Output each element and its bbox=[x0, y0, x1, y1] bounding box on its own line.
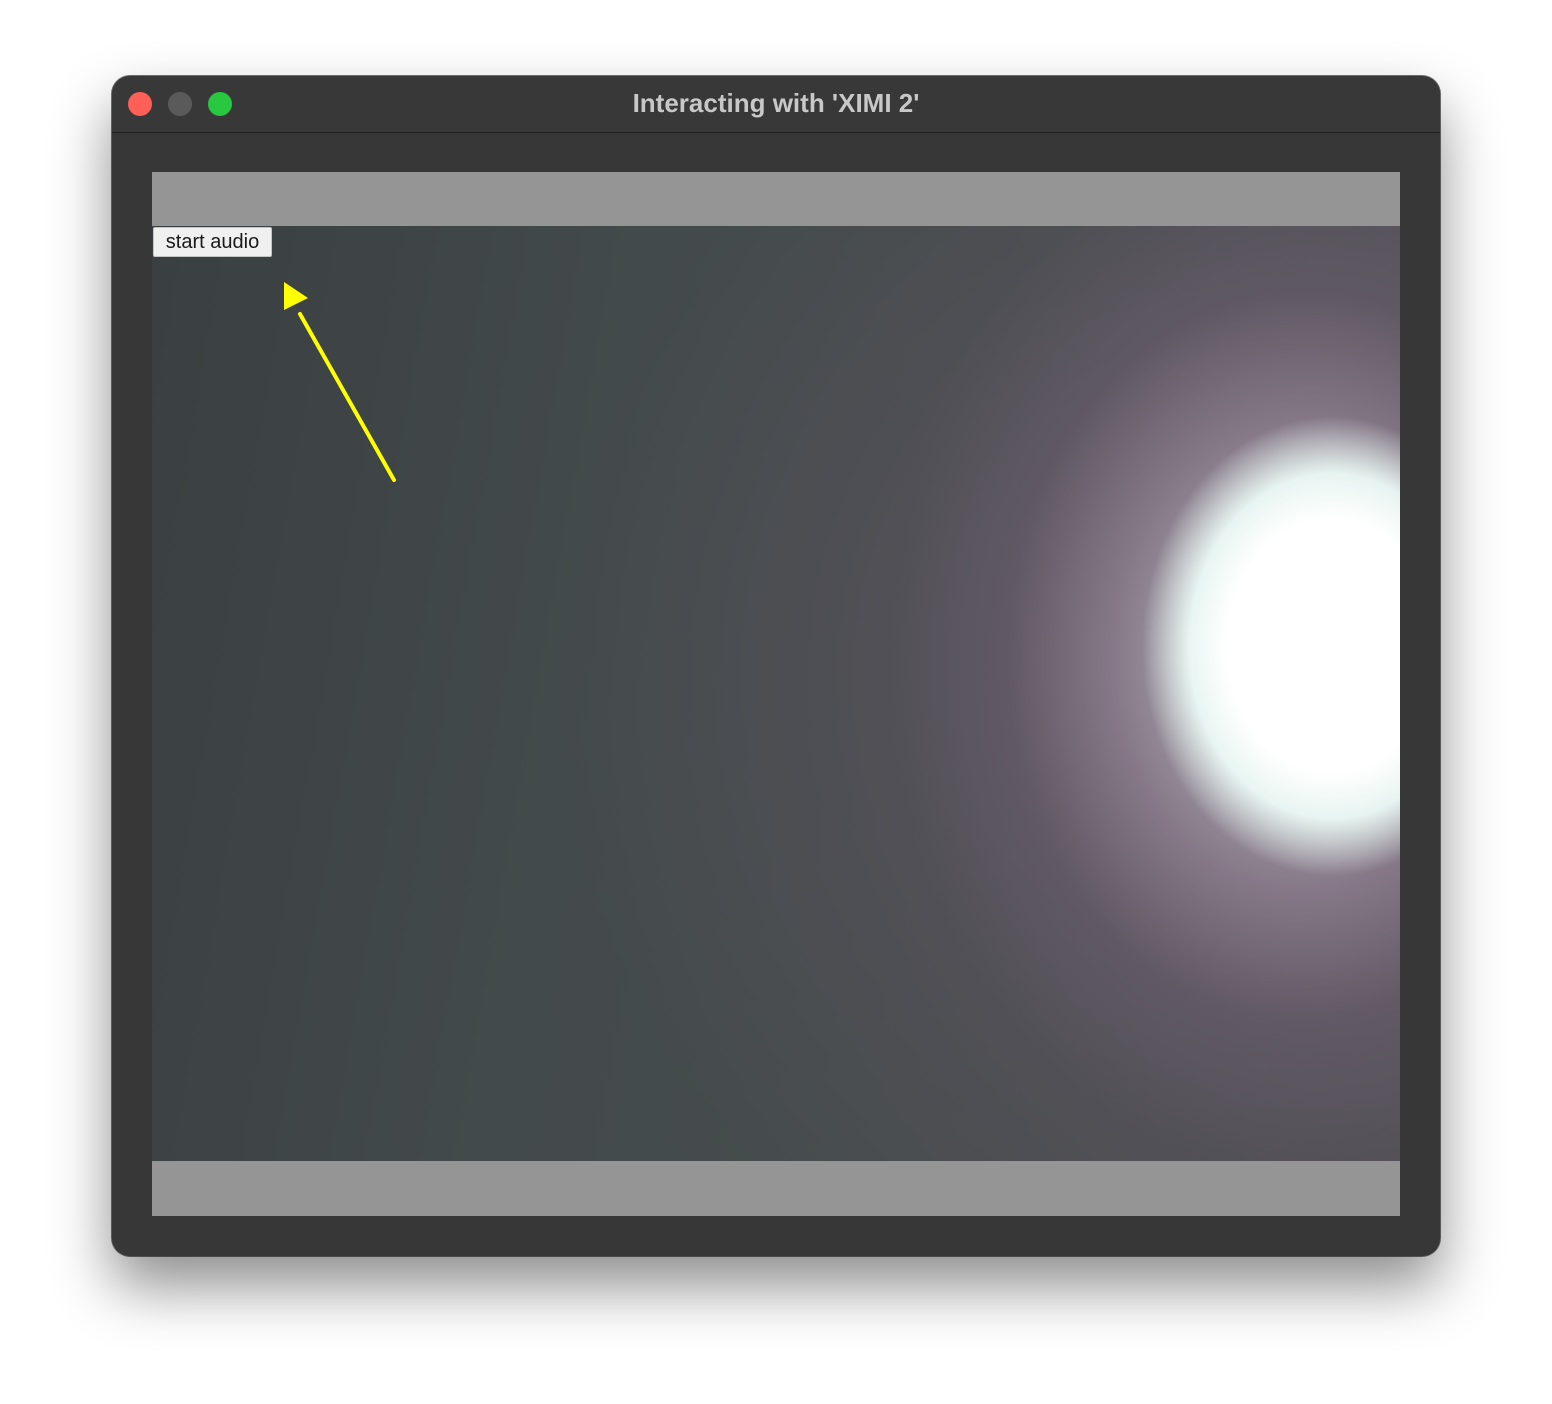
title-bar[interactable]: Interacting with 'XIMI 2' bbox=[112, 76, 1440, 133]
top-bar bbox=[152, 172, 1400, 226]
video-stream bbox=[152, 226, 1400, 1161]
start-audio-button[interactable]: start audio bbox=[153, 227, 272, 257]
app-window: Interacting with 'XIMI 2' start audio bbox=[112, 76, 1440, 1256]
window-title: Interacting with 'XIMI 2' bbox=[632, 88, 920, 118]
bottom-bar bbox=[152, 1161, 1400, 1216]
